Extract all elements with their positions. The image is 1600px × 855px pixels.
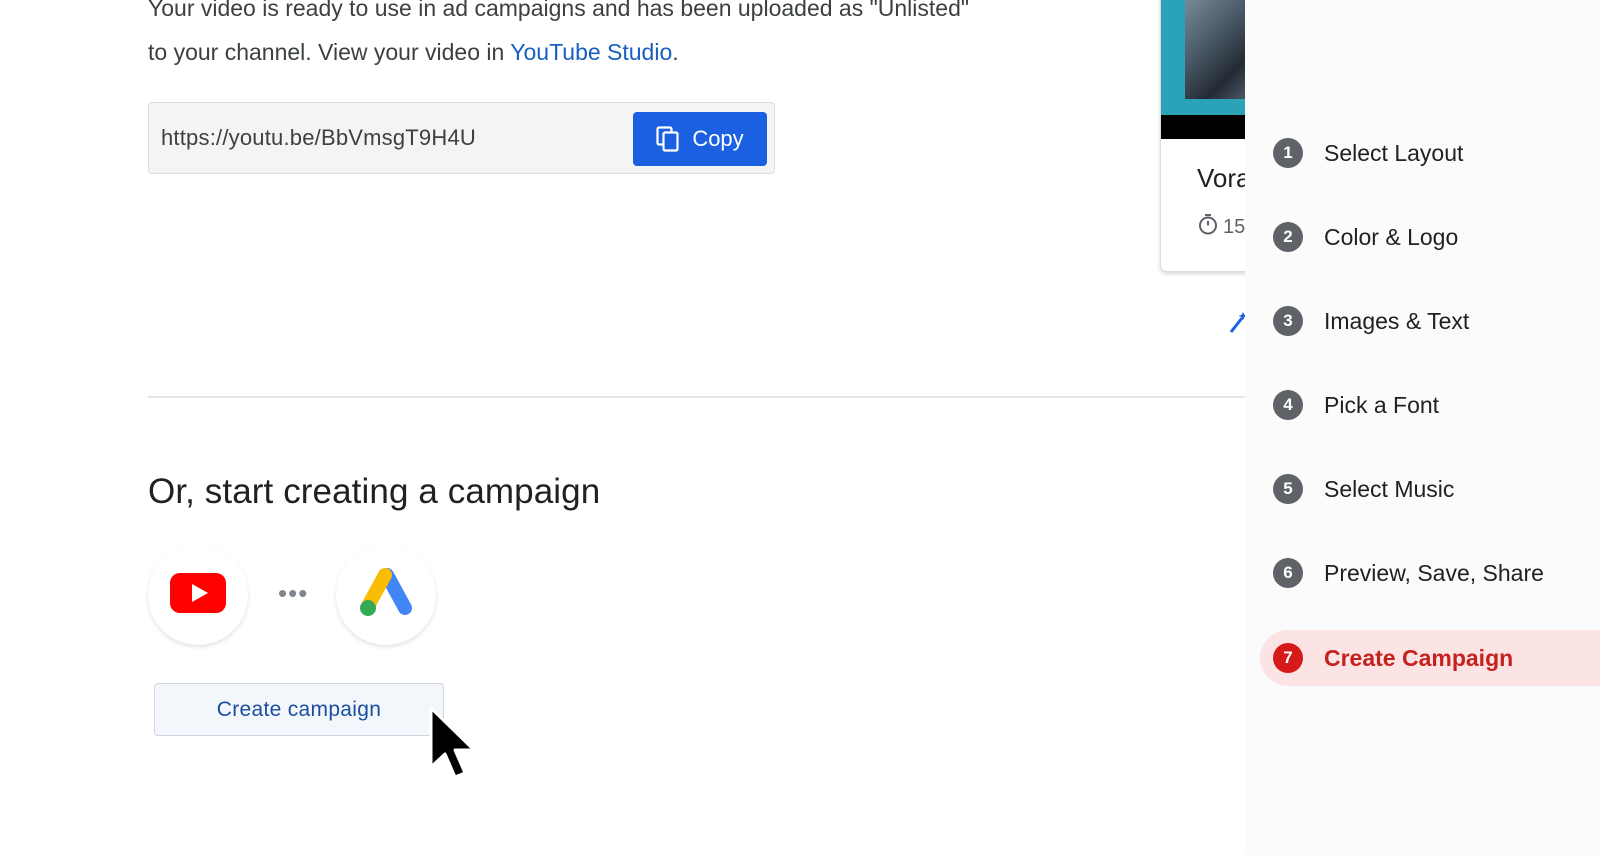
step-select-layout[interactable]: 1 Select Layout [1273,125,1600,181]
youtube-logo [170,572,226,618]
main-panel: Your video is ready to use in ad campaig… [0,0,1260,855]
step-label: Images & Text [1324,307,1470,334]
intro-line-2: to your channel. View your video in YouT… [148,30,1028,74]
step-number: 4 [1273,390,1303,420]
step-number: 1 [1273,138,1303,168]
intro-line-2-prefix: to your channel. View your video in [148,39,511,65]
campaign-section-title: Or, start creating a campaign [148,472,601,511]
copy-icon [656,126,680,152]
stopwatch-icon [1197,213,1219,241]
mouse-pointer [428,705,480,785]
google-ads-logo [356,566,416,625]
youtube-logo-circle [148,545,248,645]
copy-button-label: Copy [692,126,744,151]
youtube-studio-link[interactable]: YouTube Studio [510,39,672,65]
step-number: 3 [1273,306,1303,336]
step-label: Color & Logo [1324,223,1459,250]
step-label: Preview, Save, Share [1324,559,1544,586]
step-number: 2 [1273,222,1303,252]
step-label: Select Layout [1324,139,1464,166]
step-number: 5 [1273,474,1303,504]
step-label: Pick a Font [1324,391,1440,418]
copy-button[interactable]: Copy [633,112,767,166]
section-divider [148,396,1245,398]
steps-sidebar: 1 Select Layout 2 Color & Logo 3 Images … [1245,0,1600,855]
step-pick-font[interactable]: 4 Pick a Font [1273,377,1600,433]
step-images-text[interactable]: 3 Images & Text [1273,293,1600,349]
step-label: Select Music [1324,475,1455,502]
step-select-music[interactable]: 5 Select Music [1273,461,1600,517]
step-number: 7 [1273,643,1303,673]
preview-title: Vora [1197,163,1251,193]
step-preview-save-share[interactable]: 6 Preview, Save, Share [1273,545,1600,601]
preview-duration: 15 [1197,213,1245,241]
video-url[interactable]: https://youtu.be/BbVmsgT9H4U [161,125,476,151]
step-color-logo[interactable]: 2 Color & Logo [1273,209,1600,265]
step-number: 6 [1273,558,1303,588]
upload-status-text: Your video is ready to use in ad campaig… [148,0,1028,74]
create-campaign-button[interactable]: Create campaign [154,683,444,736]
intro-line-2-suffix: . [672,39,679,65]
intro-line-1: Your video is ready to use in ad campaig… [148,0,970,21]
step-create-campaign[interactable]: 7 Create Campaign [1260,630,1600,686]
connector-dots: ••• [278,578,309,608]
step-label: Create Campaign [1324,644,1514,671]
video-url-box: https://youtu.be/BbVmsgT9H4U Copy [148,102,775,174]
google-ads-logo-circle [336,545,436,645]
preview-duration-value: 15 [1223,215,1246,238]
